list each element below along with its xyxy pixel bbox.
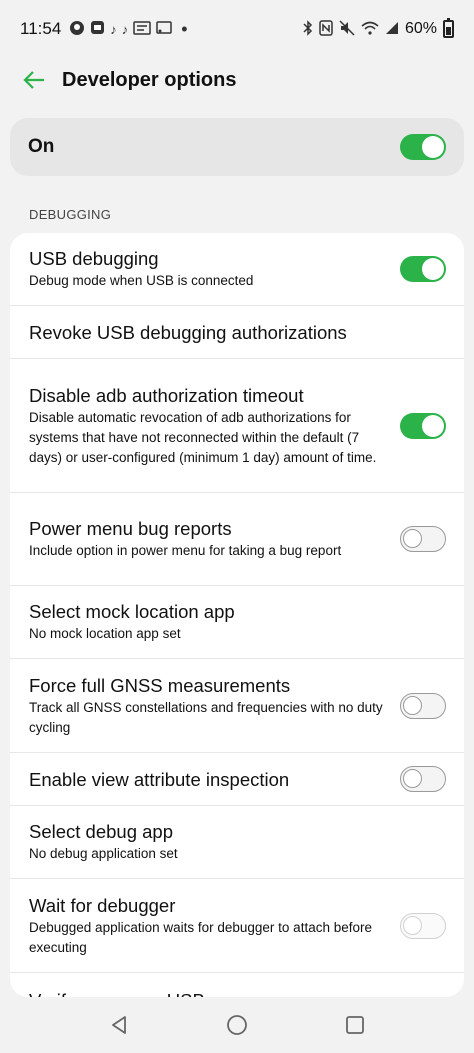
setting-title: Disable adb authorization timeout: [29, 384, 304, 406]
status-time: 11:54: [20, 19, 62, 38]
setting-usb-debugging[interactable]: USB debugging Debug mode when USB is con…: [10, 233, 464, 306]
setting-power-menu-bug-reports[interactable]: Power menu bug reports Include option in…: [10, 493, 464, 586]
more-notifications-dot: •: [181, 19, 188, 39]
tiktok-icon: ♪: [110, 21, 117, 37]
setting-wait-for-debugger[interactable]: Wait for debugger Debugged application w…: [10, 879, 464, 973]
notification-icons: ♪ ♪ •: [69, 19, 188, 39]
wifi-icon: [361, 21, 379, 38]
setting-select-debug-app[interactable]: Select debug app No debug application se…: [10, 806, 464, 879]
setting-title: Revoke USB debugging authorizations: [29, 321, 347, 343]
power-menu-bug-reports-toggle[interactable]: [400, 526, 446, 552]
setting-title: Select mock location app: [29, 601, 235, 622]
master-switch-label: On: [28, 136, 55, 157]
setting-summary: Debug mode when USB is connected: [29, 273, 254, 288]
screen: 11:54 ♪ ♪ • 60% Developer options On DEB…: [0, 0, 474, 1053]
bluetooth-icon: [303, 19, 313, 39]
wait-for-debugger-toggle: [400, 912, 446, 939]
setting-summary: Track all GNSS constellations and freque…: [29, 699, 383, 735]
setting-title: Wait for debugger: [29, 894, 176, 916]
news-icon: [133, 20, 152, 38]
setting-title: USB debugging: [29, 248, 159, 269]
section-header-debugging: DEBUGGING: [29, 207, 112, 222]
usb-debugging-toggle[interactable]: [400, 256, 446, 282]
setting-summary: No debug application set: [29, 846, 178, 861]
cast-icon: [156, 20, 173, 38]
status-bar: 11:54 ♪ ♪ • 60%: [0, 0, 474, 58]
page-title: Developer options: [62, 68, 237, 91]
app-bar: Developer options: [0, 58, 474, 102]
setting-force-full-gnss[interactable]: Force full GNSS measurements Track all G…: [10, 659, 464, 753]
setting-summary: Disable automatic revocation of adb auth…: [29, 409, 377, 465]
setting-summary: Include option in power menu for taking …: [29, 543, 342, 558]
setting-title: Select debug app: [29, 821, 174, 842]
setting-summary: Debugged application waits for debugger …: [29, 919, 372, 955]
setting-verify-apps-usb[interactable]: Verify apps over USB: [10, 973, 464, 997]
mute-icon: [339, 19, 355, 39]
signal-icon: [385, 21, 399, 38]
system-icons: 60%: [303, 18, 454, 39]
back-nav-icon[interactable]: [99, 1005, 139, 1045]
view-attribute-inspection-toggle[interactable]: [400, 766, 446, 792]
battery-percent: 60%: [404, 20, 437, 37]
setting-title: Force full GNSS measurements: [29, 674, 291, 696]
recents-nav-icon[interactable]: [335, 1005, 375, 1045]
tiktok-icon: ♪: [121, 21, 129, 37]
home-nav-icon[interactable]: [217, 1005, 257, 1045]
force-gnss-toggle[interactable]: [400, 692, 446, 719]
setting-title: Power menu bug reports: [29, 518, 232, 539]
battery-icon: [443, 18, 454, 38]
developer-options-master-switch[interactable]: On: [10, 118, 464, 176]
setting-select-mock-location-app[interactable]: Select mock location app No mock locatio…: [10, 586, 464, 659]
setting-view-attribute-inspection[interactable]: Enable view attribute inspection: [10, 753, 464, 806]
setting-revoke-usb-authorizations[interactable]: Revoke USB debugging authorizations: [10, 306, 464, 359]
github-icon: [69, 20, 85, 39]
navigation-bar: [0, 997, 474, 1053]
setting-title: Verify apps over USB: [29, 989, 432, 997]
setting-summary: No mock location app set: [29, 626, 181, 641]
adb-timeout-toggle[interactable]: [400, 412, 446, 439]
debugging-settings-list: USB debugging Debug mode when USB is con…: [10, 233, 464, 997]
app-icon: [90, 20, 105, 38]
setting-title: Enable view attribute inspection: [29, 768, 290, 790]
nfc-icon: [319, 19, 333, 39]
setting-disable-adb-timeout[interactable]: Disable adb authorization timeout Disabl…: [10, 359, 464, 493]
master-toggle[interactable]: [400, 134, 446, 160]
back-arrow-icon[interactable]: [20, 66, 48, 94]
